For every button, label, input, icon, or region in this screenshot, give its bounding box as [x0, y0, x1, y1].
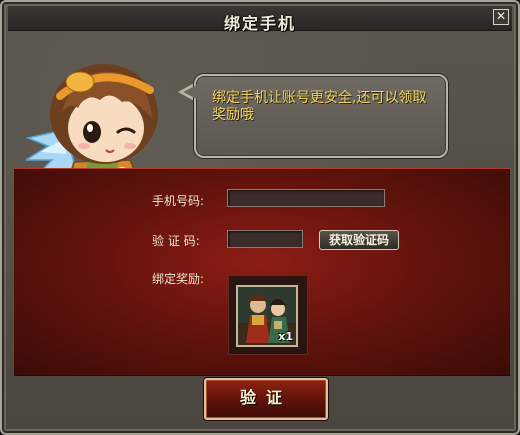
close-icon: ✕ [495, 9, 507, 23]
code-label: 验 证 码: [152, 234, 200, 248]
speech-bubble: 绑定手机让账号更安全,还可以领取奖励哦 [194, 74, 448, 158]
reward-item[interactable]: x1 [236, 285, 298, 347]
code-input[interactable] [227, 230, 303, 248]
reward-label: 绑定奖励: [152, 272, 205, 286]
title-bar[interactable]: 绑定手机 [8, 6, 512, 33]
phone-input[interactable] [227, 189, 385, 207]
speech-bubble-text: 绑定手机让账号更安全,还可以领取奖励哦 [212, 90, 427, 123]
reward-count: x1 [278, 330, 293, 343]
dialog-title: 绑定手机 [223, 14, 296, 33]
get-code-button[interactable]: 获取验证码 [319, 230, 399, 250]
bind-phone-dialog: 绑定手机 ✕ 绑定手机让账号更安全,还可以领取奖励哦 手机号码: 验 证 码: … [0, 0, 520, 435]
close-button[interactable]: ✕ [493, 9, 509, 25]
speech-bubble-tail-inner [183, 85, 197, 99]
reward-slot: x1 [228, 275, 308, 355]
verify-button[interactable]: 验证 [204, 378, 328, 420]
phone-label: 手机号码: [152, 194, 205, 208]
